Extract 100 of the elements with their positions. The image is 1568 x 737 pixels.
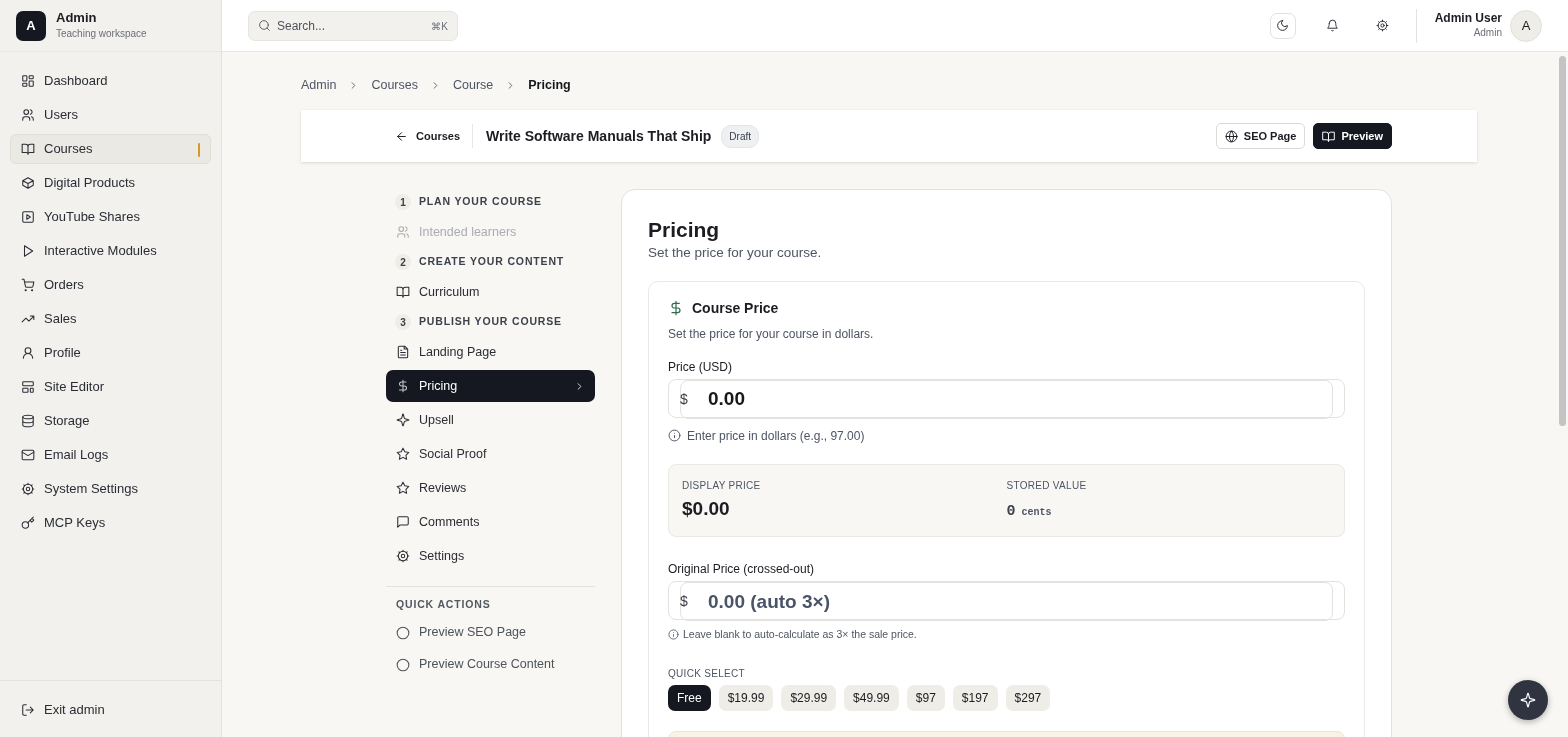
hint-text: Leave blank to auto-calculate as 3× the sale price. <box>683 627 917 643</box>
price-chip[interactable]: $197 <box>952 684 998 711</box>
step-title: CREATE YOUR CONTENT <box>419 254 565 270</box>
shortcut-hint: ⌘K <box>431 19 448 34</box>
step-nav-item[interactable]: Comments <box>386 506 595 538</box>
summary-value: 0 <box>1006 502 1016 520</box>
sidebar-item[interactable]: Users <box>10 100 211 130</box>
breadcrumb-item[interactable]: Admin <box>301 76 337 95</box>
bell-icon <box>1326 19 1340 32</box>
sparkle-icon <box>396 413 410 427</box>
price-chip[interactable]: $49.99 <box>844 684 899 711</box>
step-nav-item[interactable]: Social Proof <box>386 438 595 470</box>
price-chip[interactable]: $19.99 <box>718 684 774 711</box>
step-number: 3 <box>395 314 411 330</box>
quick-action-link[interactable]: Preview Course Content <box>386 648 595 681</box>
sidebar-item[interactable]: Dashboard <box>10 66 211 96</box>
circle-icon <box>396 625 410 640</box>
section-title: QUICK ACTIONS <box>395 597 492 612</box>
step-nav-item[interactable]: Upsell <box>386 404 595 436</box>
dollar-icon <box>396 379 410 393</box>
step-title: PLAN YOUR COURSE <box>419 194 542 210</box>
active-indicator <box>198 143 200 157</box>
price-chip[interactable]: Free <box>668 684 711 711</box>
hint-text: Enter price in dollars (e.g., 97.00) <box>687 427 865 445</box>
cart-icon <box>21 278 35 292</box>
sidebar-item[interactable]: Interactive Modules <box>10 236 211 266</box>
users-icon <box>21 108 35 122</box>
sidebar-item[interactable]: Courses <box>10 134 211 164</box>
settings-icon <box>21 482 35 496</box>
mail-icon <box>21 448 35 462</box>
quick-action-link[interactable]: Preview SEO Page <box>386 616 595 649</box>
price-chip[interactable]: $97 <box>906 684 945 711</box>
currency-prefix: $ <box>680 389 688 409</box>
exit-admin-link[interactable]: Exit admin <box>10 695 211 725</box>
arrow-left-icon <box>395 129 408 143</box>
price-chip[interactable]: $29.99 <box>781 684 837 711</box>
currency-prefix: $ <box>680 592 688 612</box>
sparkle-icon <box>1520 692 1536 708</box>
step-nav-item[interactable]: Pricing <box>386 370 595 402</box>
package-icon <box>21 176 35 190</box>
settings-icon <box>1376 19 1390 32</box>
sidebar-item[interactable]: Profile <box>10 338 211 368</box>
preview-button[interactable]: Preview <box>1313 123 1392 149</box>
breadcrumb-item: Pricing <box>528 77 571 95</box>
circle-icon <box>396 657 410 672</box>
play-square-icon <box>21 210 35 224</box>
breadcrumb-item[interactable]: Course <box>453 76 494 95</box>
theme-toggle-button[interactable] <box>1269 12 1296 39</box>
summary-unit: cents <box>1021 506 1052 518</box>
users-icon <box>396 225 410 239</box>
step-number: 2 <box>395 254 411 270</box>
assistant-button[interactable] <box>1508 680 1548 720</box>
moon-icon <box>1276 19 1290 32</box>
sidebar-item[interactable]: Storage <box>10 406 211 436</box>
sidebar-item[interactable]: Sales <box>10 304 211 334</box>
key-icon <box>21 516 35 530</box>
scrollbar[interactable] <box>1559 56 1566 426</box>
sidebar-item[interactable]: System Settings <box>10 474 211 504</box>
step-nav-item[interactable]: Settings <box>386 540 595 572</box>
book-icon <box>396 285 410 299</box>
page-subtitle: Set the price for your course. <box>648 244 823 263</box>
step-title: PUBLISH YOUR COURSE <box>419 314 562 330</box>
star-icon <box>396 447 410 461</box>
step-number: 1 <box>395 194 411 210</box>
summary-value: $0.00 <box>682 497 730 519</box>
step-nav-item[interactable]: Reviews <box>386 472 595 504</box>
sidebar-item[interactable]: YouTube Shares <box>10 202 211 232</box>
field-label: Original Price (crossed-out) <box>668 561 816 579</box>
step-nav-item[interactable]: Curriculum <box>386 276 595 308</box>
layout-icon <box>21 380 35 394</box>
price-chip[interactable]: $297 <box>1005 684 1051 711</box>
avatar[interactable]: A <box>1510 9 1542 42</box>
field-label: Price (USD) <box>668 358 733 376</box>
file-icon <box>396 345 410 359</box>
workspace-subtitle: Teaching workspace <box>56 26 147 41</box>
back-link[interactable]: Courses <box>386 124 474 148</box>
user-role: Admin <box>1472 26 1502 41</box>
play-icon <box>21 244 35 258</box>
chat-icon <box>396 515 410 529</box>
logout-icon <box>21 703 35 717</box>
card-title: Course Price <box>692 298 779 318</box>
summary-label: DISPLAY PRICE <box>682 478 762 493</box>
sidebar-item[interactable]: Orders <box>10 270 211 300</box>
workspace-name: Admin <box>56 10 98 26</box>
sidebar-item[interactable]: Email Logs <box>10 440 211 470</box>
course-title: Write Software Manuals That Ship <box>486 126 712 146</box>
step-nav-item[interactable]: Landing Page <box>386 336 595 368</box>
star-icon <box>396 481 410 495</box>
status-badge: Draft <box>721 124 760 148</box>
breadcrumb-item[interactable]: Courses <box>371 76 418 95</box>
section-label: QUICK SELECT <box>668 666 746 681</box>
database-icon <box>21 414 35 428</box>
seo-page-button[interactable]: SEO Page <box>1215 123 1306 149</box>
dollar-icon <box>668 300 684 317</box>
info-icon <box>668 429 681 443</box>
grid-icon <box>21 74 35 88</box>
sidebar-item[interactable]: MCP Keys <box>10 508 211 538</box>
sidebar-item[interactable]: Digital Products <box>10 168 211 198</box>
sidebar-item[interactable]: Site Editor <box>10 372 211 402</box>
info-icon <box>668 629 679 641</box>
